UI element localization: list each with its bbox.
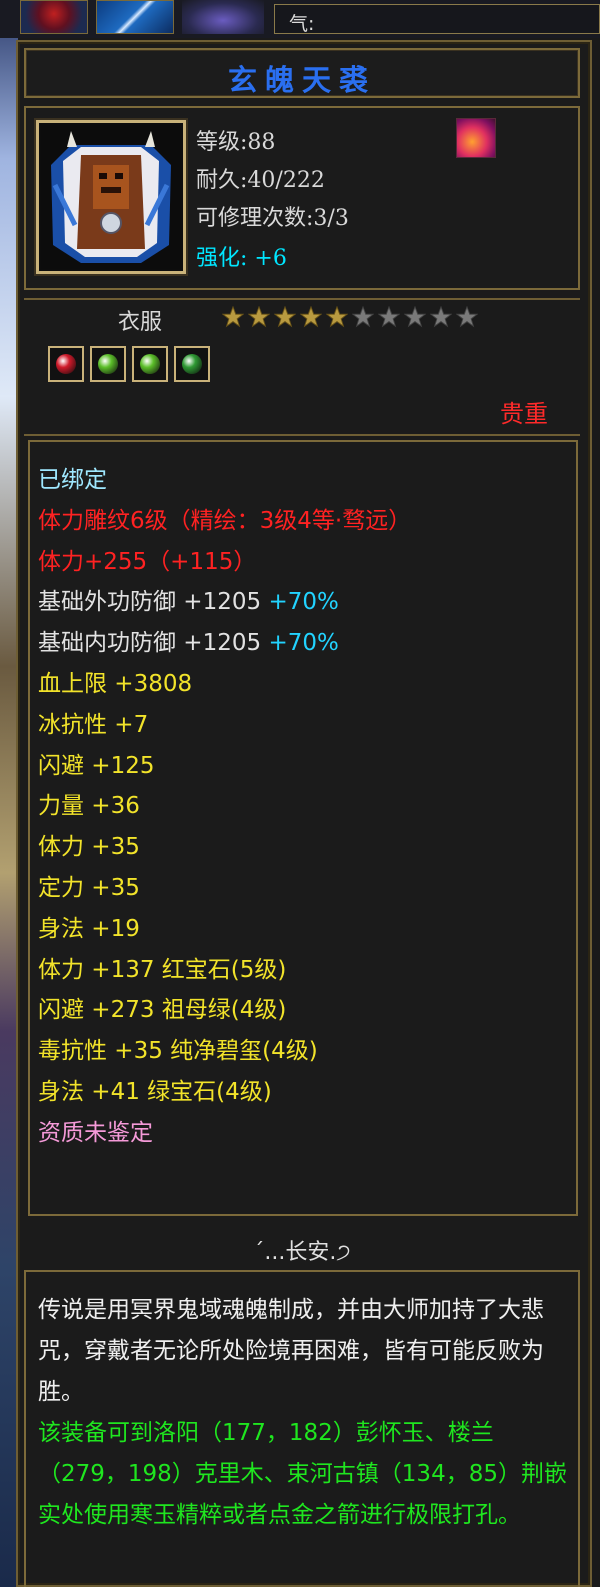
green-gem-icon[interactable] — [132, 346, 168, 382]
location-bar: ´...长安.੭ — [24, 1226, 580, 1268]
star-empty-icon — [378, 306, 400, 328]
gem-sockets — [48, 346, 210, 382]
dodge-attribute: 闪避 +125 — [38, 752, 155, 779]
engrave-attribute: 体力雕纹6级（精绘：3级4等·骛远） — [38, 507, 412, 534]
ext-defense-value: 基础外功防御 +1205 — [38, 589, 262, 616]
qi-bar: 气: — [274, 4, 600, 35]
attribute-list: 已绑定 体力雕纹6级（精绘：3级4等·骛远） 体力+255（+115） 基础外功… — [38, 460, 411, 1154]
socket-instructions: 该装备可到洛阳（177，182）彭怀玉、楼兰（279，198）克里木、束河古镇（… — [38, 1420, 567, 1528]
item-rarity: 贵重 — [500, 400, 548, 428]
location-text: ´...长安.੭ — [253, 1240, 351, 1265]
star-filled-icon — [300, 306, 322, 328]
gem-attribute-ruby: 体力 +137 红宝石(5级) — [38, 956, 287, 983]
int-defense-attribute: 基础内功防御 +1205 +70% — [38, 623, 411, 664]
gem-attribute-tourmaline: 毒抗性 +35 纯净碧玺(4级) — [38, 1038, 318, 1065]
gem-attribute-emerald: 闪避 +273 祖母绿(4级) — [38, 997, 287, 1024]
skill-slot-icon[interactable] — [20, 0, 88, 34]
divider — [24, 298, 580, 300]
star-filled-icon — [222, 306, 244, 328]
star-empty-icon — [430, 306, 452, 328]
red-gem-icon[interactable] — [48, 346, 84, 382]
star-empty-icon — [352, 306, 374, 328]
item-description: 传说是用冥界鬼域魂魄制成，并由大师加持了大悲咒，穿戴者无论所处险境再困难，皆有可… — [38, 1290, 568, 1536]
star-filled-icon — [326, 306, 348, 328]
focus-attribute: 定力 +35 — [38, 874, 140, 901]
ext-defense-attribute: 基础外功防御 +1205 +70% — [38, 582, 411, 623]
jade-gem-icon[interactable] — [174, 346, 210, 382]
lore-text: 传说是用冥界鬼域魂魄制成，并由大师加持了大悲咒，穿戴者无论所处险境再困难，皆有可… — [38, 1297, 544, 1405]
star-empty-icon — [456, 306, 478, 328]
star-rating — [222, 306, 478, 328]
bound-status: 已绑定 — [38, 467, 107, 493]
item-level: 等级:88 — [196, 130, 276, 155]
item-repair-count: 可修理次数:3/3 — [196, 206, 349, 231]
item-name: 玄魄天裘 — [227, 63, 376, 97]
vitality-attribute: 体力 +35 — [38, 834, 140, 861]
item-durability: 耐久:40/222 — [196, 168, 325, 193]
gem-attribute-green: 身法 +41 绿宝石(4级) — [38, 1078, 272, 1105]
ice-resist-attribute: 冰抗性 +7 — [38, 711, 149, 738]
emblem-icon — [182, 0, 264, 34]
quality-status: 资质未鉴定 — [38, 1119, 153, 1146]
strength-attribute: 力量 +36 — [38, 793, 140, 820]
star-filled-icon — [274, 306, 296, 328]
flame-icon — [456, 118, 496, 158]
ext-defense-pct: +70% — [268, 589, 339, 616]
int-defense-value: 基础内功防御 +1205 — [38, 630, 262, 657]
agility-attribute: 身法 +19 — [38, 915, 140, 942]
item-type: 衣服 — [118, 310, 163, 335]
qi-label: 气: — [289, 13, 315, 35]
item-portrait-icon — [36, 120, 186, 274]
hp-attribute: 血上限 +3808 — [38, 670, 193, 697]
skill-slot-icon[interactable] — [96, 0, 174, 34]
green-gem-icon[interactable] — [90, 346, 126, 382]
top-hud-bar: 气: — [0, 0, 600, 38]
item-title-box: 玄魄天裘 — [24, 48, 580, 98]
star-empty-icon — [404, 306, 426, 328]
vitality-main-attribute: 体力+255（+115） — [38, 548, 257, 575]
int-defense-pct: +70% — [268, 630, 339, 657]
divider — [24, 434, 580, 436]
star-filled-icon — [248, 306, 270, 328]
item-enhance-level: 强化: +6 — [196, 246, 287, 271]
